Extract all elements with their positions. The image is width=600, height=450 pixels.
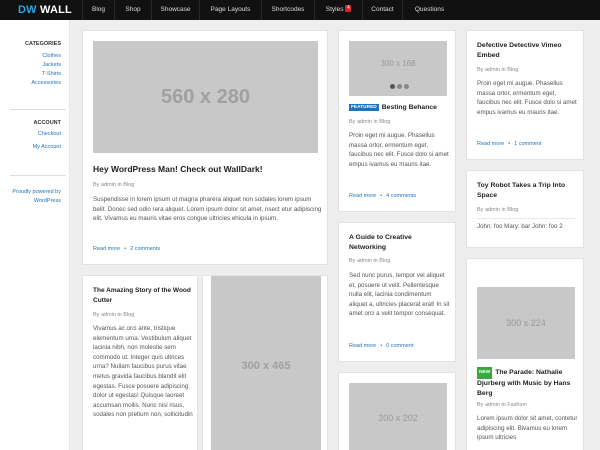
comments-link[interactable]: 0 comment bbox=[386, 343, 413, 349]
post-footer: Read more • 2 comments bbox=[93, 246, 160, 252]
post-card-toy-robot: Toy Robot Takes a Trip Into Space By adm… bbox=[466, 170, 584, 248]
post-title[interactable]: FEATURED Besting Behance bbox=[349, 104, 454, 111]
comments-link[interactable]: 4 comments bbox=[386, 193, 416, 199]
separator-dot: • bbox=[124, 246, 127, 252]
post-meta: By admin in Blog bbox=[349, 119, 391, 125]
post-excerpt: Lorem ipsum dolor sit amet, contetur adi… bbox=[477, 415, 578, 442]
account-checkout[interactable]: Checkout bbox=[38, 131, 61, 137]
post-meta: By admin in Blog bbox=[93, 182, 135, 188]
post-excerpt: Proin eget mi augue. Phasellus massa ort… bbox=[477, 80, 577, 116]
account-heading: ACCOUNT bbox=[33, 120, 62, 126]
sidebar-divider bbox=[10, 109, 66, 110]
post-meta: By admin in Blog bbox=[93, 312, 135, 318]
slider-dot-1[interactable] bbox=[389, 84, 395, 89]
nav-showcase[interactable]: Showcase bbox=[151, 0, 199, 20]
post-footer: Read more • 4 comments bbox=[349, 193, 416, 199]
category-jackets[interactable]: Jackets bbox=[42, 62, 61, 68]
nav-questions[interactable]: Questions bbox=[402, 0, 456, 20]
sidebar: CATEGORIES Clothes Jackets T-Shirts Acce… bbox=[0, 20, 70, 450]
post-excerpt: Suspendisse in lorem ipsum ut magna phar… bbox=[93, 196, 322, 223]
post-card-vimeo-embed: Defective Detective Vimeo Embed By admin… bbox=[466, 30, 584, 160]
post-footer: Read more • 0 comment bbox=[349, 343, 413, 349]
slider-dot-3[interactable] bbox=[403, 84, 409, 89]
comments-link[interactable]: 1 comment bbox=[514, 141, 541, 147]
post-meta: By admin in Blog bbox=[477, 67, 519, 73]
post-meta: By admin in Blog bbox=[477, 207, 519, 213]
post-excerpt: John: foo Mary: bar John: foo 2 bbox=[477, 223, 563, 230]
category-clothes[interactable]: Clothes bbox=[42, 53, 61, 59]
post-title[interactable]: NEW The Parade: Nathalie Djurberg with Mu… bbox=[477, 367, 577, 399]
nav-page-layouts[interactable]: Page Layouts bbox=[199, 0, 261, 20]
category-tshirts[interactable]: T-Shirts bbox=[42, 71, 61, 77]
post-title[interactable]: Toy Robot Takes a Trip Into Space bbox=[477, 181, 577, 201]
slider-dots[interactable] bbox=[379, 82, 419, 89]
category-accessories[interactable]: Accessories bbox=[31, 80, 61, 86]
post-card-tall-image: 300 x 465 bbox=[202, 275, 328, 450]
post-excerpt: Proin eget mi augue. Phasellus massa ort… bbox=[349, 132, 449, 168]
post-image-placeholder[interactable]: 560 x 280 bbox=[93, 41, 318, 153]
categories-heading: CATEGORIES bbox=[25, 41, 61, 47]
post-card-small-image: 300 x 202 bbox=[338, 372, 456, 450]
post-card-creative-networking: A Guide to Creative Networking By admin … bbox=[338, 222, 456, 362]
post-card-hey-wordpress: 560 x 280 Hey WordPress Man! Check out W… bbox=[82, 30, 328, 265]
nav-styles[interactable]: Styles 4 bbox=[314, 0, 362, 20]
post-card-the-parade: 300 x 224 NEW The Parade: Nathalie Djurbe… bbox=[466, 258, 584, 450]
sidebar-divider bbox=[10, 175, 66, 176]
post-meta: By admin in Blog bbox=[349, 258, 391, 264]
post-title[interactable]: Defective Detective Vimeo Embed bbox=[477, 41, 577, 61]
post-image-placeholder[interactable]: 300 x 465 bbox=[211, 276, 321, 450]
read-more-link[interactable]: Read more bbox=[349, 343, 376, 349]
nav-shop[interactable]: Shop bbox=[114, 0, 151, 20]
post-card-besting-behance: 300 x 168 FEATURED Besting Behance By adm… bbox=[338, 30, 456, 212]
new-badge: NEW bbox=[477, 367, 493, 379]
styles-count-badge: 4 bbox=[345, 5, 352, 12]
post-title[interactable]: The Amazing Story of the Wood Cutter bbox=[93, 286, 191, 306]
post-title[interactable]: A Guide to Creative Networking bbox=[349, 233, 449, 253]
comments-link[interactable]: 2 comments bbox=[130, 246, 160, 252]
featured-badge: FEATURED bbox=[349, 104, 379, 111]
read-more-link[interactable]: Read more bbox=[93, 246, 120, 252]
separator-dot: • bbox=[380, 193, 383, 199]
separator-dot: • bbox=[508, 141, 511, 147]
post-image-placeholder[interactable]: 300 x 202 bbox=[349, 383, 447, 450]
nav-shortcodes[interactable]: Shortcodes bbox=[261, 0, 314, 20]
top-nav: DW WALL Blog Shop Showcase Page Layouts … bbox=[0, 0, 600, 20]
site-logo[interactable]: DW WALL bbox=[0, 0, 82, 20]
post-excerpt: Sed nunc purus, tempor vel aliquet et, p… bbox=[349, 272, 450, 318]
separator-dot: • bbox=[380, 343, 383, 349]
read-more-link[interactable]: Read more bbox=[477, 141, 504, 147]
post-meta: By admin in Fashion bbox=[477, 402, 527, 408]
nav-contact[interactable]: Contact bbox=[362, 0, 402, 20]
post-title[interactable]: Hey WordPress Man! Check out WallDark! bbox=[93, 164, 321, 174]
account-my-account[interactable]: My Account bbox=[33, 144, 61, 150]
powered-by-link[interactable]: Proudly powered by WordPress bbox=[0, 188, 61, 206]
nav-blog[interactable]: Blog bbox=[82, 0, 114, 20]
post-card-wood-cutter: The Amazing Story of the Wood Cutter By … bbox=[82, 275, 198, 450]
content-divider bbox=[477, 218, 575, 219]
read-more-link[interactable]: Read more bbox=[349, 193, 376, 199]
post-footer: Read more • 1 comment bbox=[477, 141, 541, 147]
slider-dot-2[interactable] bbox=[396, 84, 402, 89]
post-image-placeholder[interactable]: 300 x 224 bbox=[477, 287, 575, 359]
post-excerpt: Vivamus ac orci ante, tristique elementu… bbox=[93, 325, 193, 419]
